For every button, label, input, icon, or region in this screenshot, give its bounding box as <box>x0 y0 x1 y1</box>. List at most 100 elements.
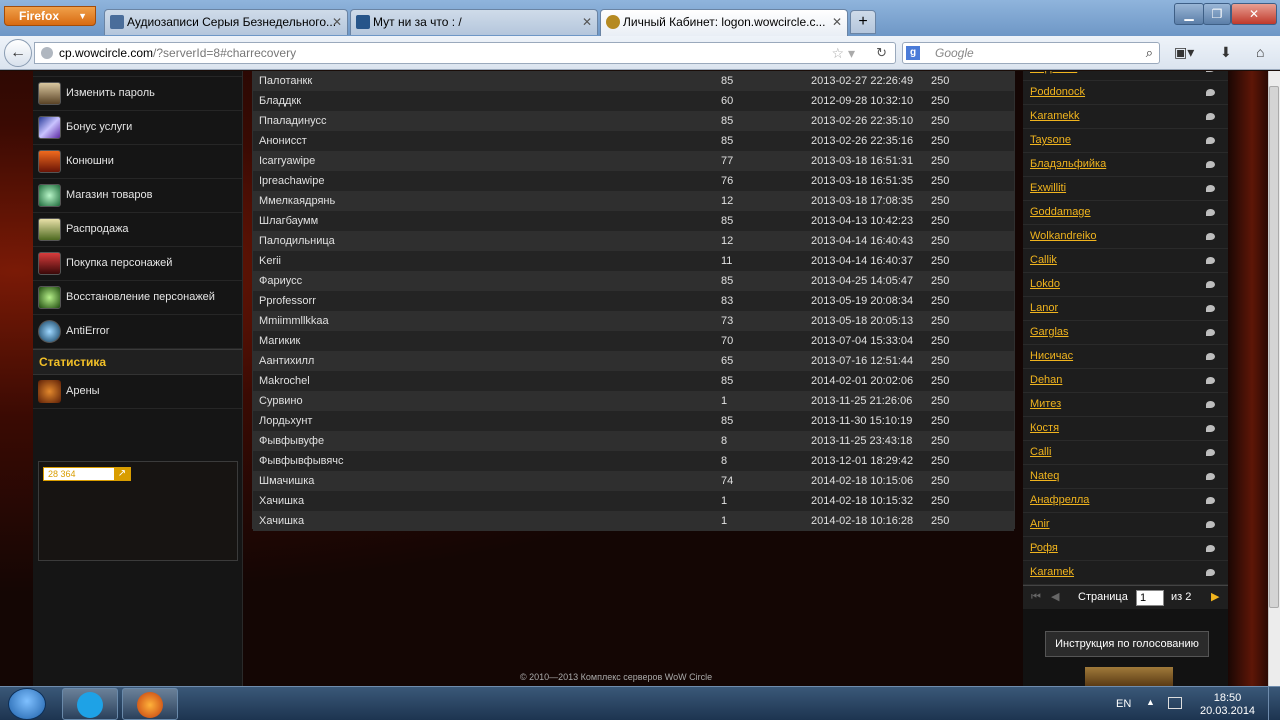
new-tab-button[interactable]: + <box>850 10 876 34</box>
voter-link[interactable]: Exwilliti <box>1030 177 1066 200</box>
sidebar-item-stables[interactable]: Конюшни <box>33 145 242 179</box>
table-row: Ipreachawipe 76 2013-03-18 16:51:35 250 <box>253 171 1014 191</box>
voter-link[interactable]: Медбежа <box>1030 71 1077 80</box>
vote-icon <box>1206 377 1215 384</box>
table-row: Палотанкк 85 2013-02-27 22:26:49 250 <box>253 71 1014 91</box>
character-name: Палотанкк <box>259 75 313 87</box>
deletion-date: 2013-03-18 17:08:35 <box>811 195 914 207</box>
sidebar-item-shop[interactable]: Магазин товаров <box>33 179 242 213</box>
restore-cost: 250 <box>931 435 950 447</box>
vote-icon <box>1206 353 1215 360</box>
voter-link[interactable]: Nateq <box>1030 465 1059 488</box>
arrow-up-right-icon: ↗ <box>114 468 130 480</box>
vote-icon <box>1206 137 1215 144</box>
sidebar-item-arenas[interactable]: Арены <box>33 375 242 409</box>
firefox-menu-button[interactable]: Firefox ▼ <box>4 6 96 26</box>
taskbar-firefox[interactable] <box>122 688 178 720</box>
restore-cost: 250 <box>931 475 950 487</box>
home-icon[interactable]: ⌂ <box>1256 44 1264 60</box>
voter-link[interactable]: Karamek <box>1030 561 1074 584</box>
voter-link[interactable]: Анафрелла <box>1030 489 1089 512</box>
sidebar-item-buy-characters[interactable]: Покупка персонажей <box>33 247 242 281</box>
tab-audio[interactable]: Аудиозаписи Серыя Безнедельного... ✕ <box>104 9 348 35</box>
bookmarks-icon[interactable]: ▣▾ <box>1174 44 1194 61</box>
search-bar[interactable]: g Google ⌕ <box>902 42 1160 64</box>
voter-link[interactable]: Anir <box>1030 513 1050 536</box>
browser-tab-strip: Firefox ▼ Аудиозаписи Серыя Безнедельног… <box>0 0 1280 36</box>
howto-vote-button[interactable]: Инструкция по голосованию <box>1045 631 1209 657</box>
close-icon[interactable]: ✕ <box>582 10 592 34</box>
vote-icon <box>1206 281 1215 288</box>
show-desktop-button[interactable] <box>1268 687 1280 720</box>
visit-counter[interactable]: 28 364 ↗ <box>43 467 131 481</box>
page-input[interactable] <box>1136 590 1164 606</box>
minimize-button[interactable]: ▁ <box>1174 3 1204 25</box>
close-window-button[interactable]: ✕ <box>1231 3 1277 25</box>
table-row: Хачишка 1 2014-02-18 10:15:32 250 <box>253 491 1014 511</box>
tab-cabinet[interactable]: Личный Кабинет: logon.wowcircle.c... ✕ <box>600 9 848 36</box>
character-level: 1 <box>721 395 728 407</box>
sidebar-item-antierror[interactable]: AntiError <box>33 315 242 349</box>
voter-link[interactable]: Lanor <box>1030 297 1058 320</box>
voter-link[interactable]: Нисичас <box>1030 345 1073 368</box>
voter-link[interactable]: Karamekk <box>1030 105 1080 128</box>
voter-link[interactable]: Рофя <box>1030 537 1058 560</box>
vote-icon <box>1206 257 1215 264</box>
voter-row: Nateq <box>1023 465 1233 489</box>
prev-page-icon[interactable]: ◀ <box>1051 586 1059 609</box>
search-icon[interactable]: ⌕ <box>1146 43 1153 63</box>
bookmark-star-icon[interactable]: ☆ ▾ <box>832 43 855 63</box>
character-name: Лордьхунт <box>259 415 313 427</box>
close-icon[interactable]: ✕ <box>832 10 842 34</box>
url-bar[interactable]: cp.wowcircle.com/?serverId=8#charrecover… <box>34 42 896 64</box>
voter-link[interactable]: Dehan <box>1030 369 1062 392</box>
voter-link[interactable]: Митез <box>1030 393 1061 416</box>
character-name: Хачишка <box>259 515 305 527</box>
taskbar-skype[interactable] <box>62 688 118 720</box>
tab-mute[interactable]: Мут ни за что : / ✕ <box>350 9 598 35</box>
character-level: 77 <box>721 155 734 167</box>
voter-link[interactable]: Poddonock <box>1030 81 1085 104</box>
character-name: Фывфывуфе <box>259 435 325 447</box>
voter-link[interactable]: Wolkandreiko <box>1030 225 1096 248</box>
voter-link[interactable]: Callik <box>1030 249 1057 272</box>
reload-icon[interactable]: ↻ <box>876 43 887 63</box>
table-row: Бладдкк 60 2012-09-28 10:32:10 250 <box>253 91 1014 111</box>
back-button[interactable]: ← <box>4 39 32 67</box>
google-icon[interactable]: g <box>906 46 920 60</box>
character-name: Анонисст <box>259 135 307 147</box>
sidebar-item-label: Бонус услуги <box>66 121 133 133</box>
restore-cost: 250 <box>931 495 950 507</box>
sidebar-item-bonus[interactable]: Бонус услуги <box>33 111 242 145</box>
character-rows: Палотанкк 85 2013-02-27 22:26:49 250 Бладдкк… <box>253 71 1014 531</box>
vote-icon <box>1206 161 1215 168</box>
voter-link[interactable]: Lokdo <box>1030 273 1060 296</box>
vote-icon <box>1206 185 1215 192</box>
sidebar-item-restore-characters[interactable]: Восстановление персонажей <box>33 281 242 315</box>
sidebar-item-change-password[interactable]: Изменить пароль <box>33 77 242 111</box>
banner-image[interactable] <box>1085 667 1173 686</box>
first-page-icon[interactable]: ⏮ <box>1031 586 1041 609</box>
start-button[interactable] <box>8 688 46 720</box>
deletion-date: 2013-02-26 22:35:10 <box>811 115 914 127</box>
character-level: 85 <box>721 275 734 287</box>
voter-link[interactable]: Бладэльфийка <box>1030 153 1106 176</box>
voter-link[interactable]: Garglas <box>1030 321 1069 344</box>
maximize-button[interactable]: ❐ <box>1203 3 1231 25</box>
restore-cost: 250 <box>931 195 950 207</box>
sidebar-item-sale[interactable]: Распродажа <box>33 213 242 247</box>
tray-arrow-icon[interactable]: ▲ <box>1146 697 1155 707</box>
voter-link[interactable]: Taysone <box>1030 129 1071 152</box>
voter-link[interactable]: Calli <box>1030 441 1051 464</box>
close-icon[interactable]: ✕ <box>332 10 342 34</box>
network-icon[interactable] <box>1168 697 1182 709</box>
download-icon[interactable]: ⬇ <box>1220 44 1232 61</box>
table-row: Анонисст 85 2013-02-26 22:35:16 250 <box>253 131 1014 151</box>
scrollbar-thumb[interactable] <box>1269 86 1279 608</box>
voter-link[interactable]: Костя <box>1030 417 1059 440</box>
next-page-icon[interactable]: ▶ <box>1211 586 1219 609</box>
table-row: Магикик 70 2013-07-04 15:33:04 250 <box>253 331 1014 351</box>
language-indicator[interactable]: EN <box>1116 698 1131 710</box>
clock[interactable]: 18:50 20.03.2014 <box>1200 692 1255 718</box>
voter-link[interactable]: Goddamage <box>1030 201 1091 224</box>
